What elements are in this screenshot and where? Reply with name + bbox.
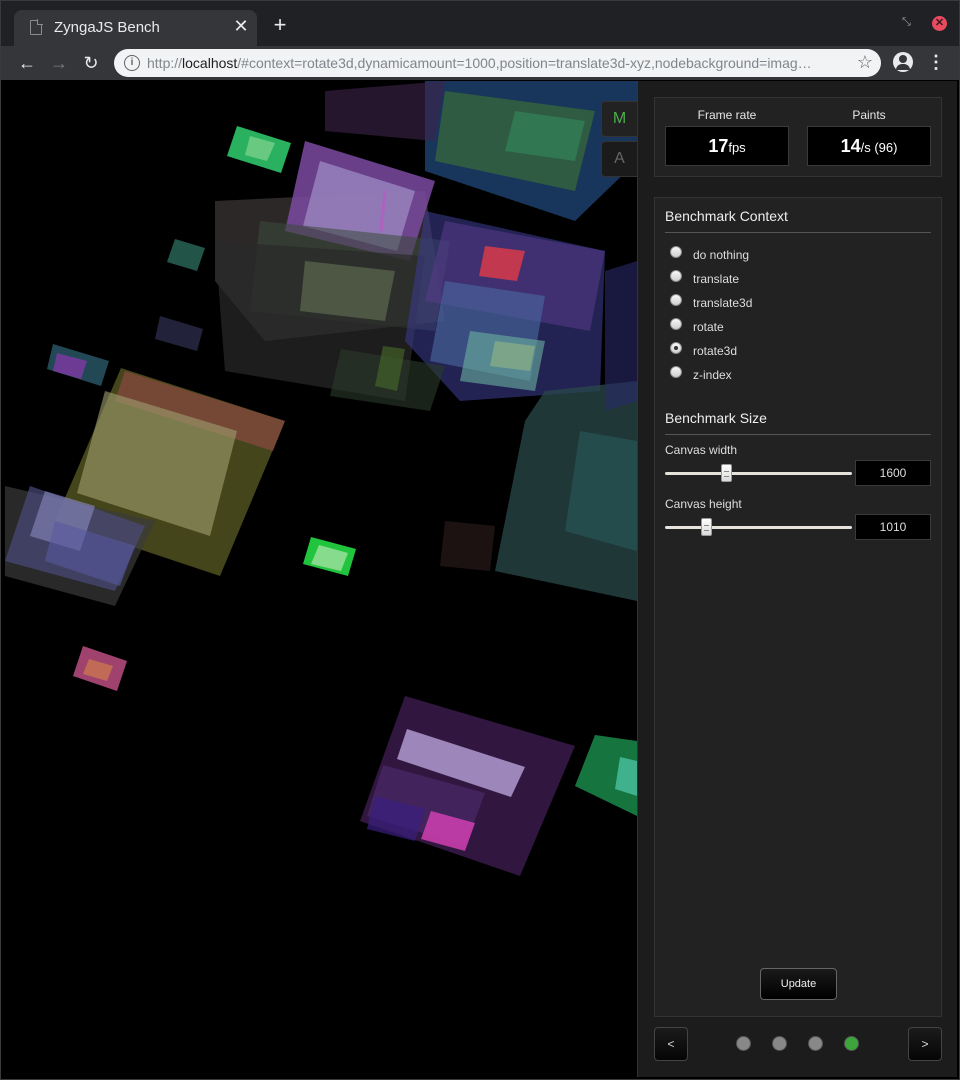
browser-toolbar: ← → ↻ i http://localhost/#context=rotate… bbox=[1, 46, 959, 80]
close-tab-icon[interactable]: ✕ bbox=[231, 16, 251, 36]
canvas-height-slider[interactable] bbox=[665, 526, 852, 529]
radio-button[interactable] bbox=[670, 318, 682, 330]
profile-icon[interactable] bbox=[893, 52, 913, 72]
paints-unit: /s (96) bbox=[860, 140, 898, 155]
tab-m[interactable]: M bbox=[601, 101, 637, 137]
radio-button[interactable] bbox=[670, 294, 682, 306]
menu-icon[interactable]: ⋮ bbox=[926, 52, 946, 72]
bookmark-star-icon[interactable]: ☆ bbox=[857, 52, 873, 73]
radio-button[interactable] bbox=[670, 270, 682, 282]
canvas-width-slider[interactable] bbox=[665, 472, 852, 475]
radio-label: rotate bbox=[693, 320, 724, 334]
radio-label: z-index bbox=[693, 368, 732, 382]
next-page-button[interactable]: > bbox=[908, 1027, 942, 1061]
radio-button-checked[interactable] bbox=[670, 342, 682, 354]
paints-stat: Paints 14/s (96) bbox=[807, 108, 931, 166]
info-icon[interactable]: i bbox=[124, 55, 140, 71]
radio-button[interactable] bbox=[670, 366, 682, 378]
benchmark-scene bbox=[5, 81, 637, 1077]
back-button[interactable]: ← bbox=[14, 50, 40, 76]
page-dot-1[interactable] bbox=[736, 1036, 751, 1051]
frame-rate-unit: fps bbox=[728, 140, 746, 155]
tab-strip: ZyngaJS Bench ✕ + ⤡ ✕ bbox=[1, 1, 959, 46]
divider bbox=[665, 232, 931, 233]
page-dot-4-active[interactable] bbox=[844, 1036, 859, 1051]
canvas-height-slider-handle[interactable] bbox=[701, 518, 712, 536]
frame-rate-stat: Frame rate 17fps bbox=[665, 108, 789, 166]
page-viewport: M A Frame rate 17fps Paints 14/s (96) Be… bbox=[5, 81, 957, 1077]
document-icon bbox=[30, 19, 43, 35]
paints-value: 14 bbox=[840, 136, 861, 156]
page-dot-2[interactable] bbox=[772, 1036, 787, 1051]
control-panel: Frame rate 17fps Paints 14/s (96) Benchm… bbox=[637, 81, 957, 1077]
close-window-button[interactable]: ✕ bbox=[932, 16, 947, 31]
forward-button[interactable]: → bbox=[46, 50, 72, 76]
frame-rate-value-box: 17fps bbox=[665, 126, 789, 166]
paints-label: Paints bbox=[852, 108, 886, 122]
radio-label: rotate3d bbox=[693, 344, 738, 358]
url-path: /#context=rotate3d,dynamicamount=1000,po… bbox=[237, 55, 812, 71]
radio-label: translate3d bbox=[693, 296, 753, 310]
browser-tab[interactable]: ZyngaJS Bench ✕ bbox=[14, 10, 257, 46]
benchmark-size-title: Benchmark Size bbox=[665, 410, 767, 426]
canvas-width-label: Canvas width bbox=[665, 443, 738, 457]
radio-button[interactable] bbox=[670, 246, 682, 258]
paints-value-box: 14/s (96) bbox=[807, 126, 931, 166]
radio-label: translate bbox=[693, 272, 740, 286]
url-scheme: http:// bbox=[147, 55, 183, 71]
reload-button[interactable]: ↻ bbox=[78, 50, 104, 76]
canvas-height-input[interactable]: 1010 bbox=[855, 514, 931, 540]
url-text[interactable]: http://localhost/#context=rotate3d,dynam… bbox=[147, 55, 847, 71]
frame-rate-value: 17 bbox=[708, 136, 729, 156]
address-bar[interactable]: i http://localhost/#context=rotate3d,dyn… bbox=[114, 49, 881, 77]
browser-window: ZyngaJS Bench ✕ + ⤡ ✕ ← → ↻ i http://loc… bbox=[0, 0, 960, 1080]
url-host: localhost bbox=[182, 55, 238, 71]
canvas-width-slider-handle[interactable] bbox=[721, 464, 732, 482]
restore-window-icon[interactable]: ⤡ bbox=[902, 16, 916, 30]
stats-box: Frame rate 17fps Paints 14/s (96) bbox=[654, 97, 942, 177]
prev-page-button[interactable]: < bbox=[654, 1027, 688, 1061]
benchmark-context-title: Benchmark Context bbox=[665, 208, 788, 224]
tab-a[interactable]: A bbox=[601, 141, 637, 177]
tab-title: ZyngaJS Bench bbox=[54, 19, 160, 36]
update-button[interactable]: Update bbox=[760, 968, 837, 1000]
page-dot-3[interactable] bbox=[808, 1036, 823, 1051]
new-tab-button[interactable]: + bbox=[269, 14, 291, 36]
radio-label: do nothing bbox=[693, 248, 750, 262]
divider bbox=[665, 434, 931, 435]
frame-rate-label: Frame rate bbox=[697, 108, 757, 122]
settings-card: Benchmark Context do nothing translate t… bbox=[654, 197, 942, 1017]
canvas-width-input[interactable]: 1600 bbox=[855, 460, 931, 486]
benchmark-canvas bbox=[5, 81, 637, 1077]
canvas-height-label: Canvas height bbox=[665, 497, 742, 511]
